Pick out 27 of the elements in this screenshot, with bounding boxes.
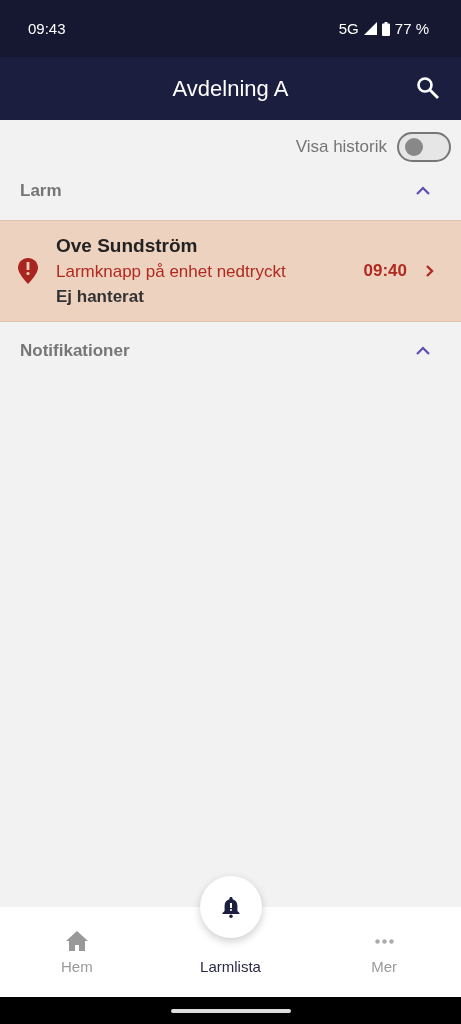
chevron-up-icon xyxy=(415,346,431,356)
page-title: Avdelning A xyxy=(172,75,289,102)
alert-pin-icon xyxy=(18,258,38,284)
search-button[interactable] xyxy=(415,75,441,101)
alarm-time: 09:40 xyxy=(363,261,407,281)
collapse-button[interactable] xyxy=(415,186,431,196)
chevron-up-icon xyxy=(415,186,431,196)
alarm-card[interactable]: Ove Sundström Larmknapp på enhet nedtryckt Ej hanterat 09:40 xyxy=(0,220,461,322)
battery-percent: 77 % xyxy=(394,20,429,37)
section-title: Notifikationer xyxy=(20,341,130,361)
person-name: Ove Sundström xyxy=(56,235,199,257)
signal-icon xyxy=(363,22,377,35)
collapse-button[interactable] xyxy=(415,346,431,356)
section-title: Larm xyxy=(20,181,62,201)
chevron-right-icon xyxy=(425,264,435,278)
home-icon xyxy=(64,930,89,952)
nav-item[interactable]: Larmlista xyxy=(153,907,308,997)
bell-icon xyxy=(220,896,241,918)
alarm-message: Larmknapp på enhet nedtryckt xyxy=(56,262,287,282)
more-icon xyxy=(374,939,394,944)
battery-icon xyxy=(381,21,390,36)
alarm-fab[interactable] xyxy=(199,876,262,938)
alarm-status: Ej hanterat xyxy=(56,287,145,307)
clock: 09:43 xyxy=(28,20,66,37)
network-label: 5G xyxy=(338,20,359,37)
toggle-label: Visa historik xyxy=(295,137,387,157)
history-switch[interactable] xyxy=(397,132,451,162)
